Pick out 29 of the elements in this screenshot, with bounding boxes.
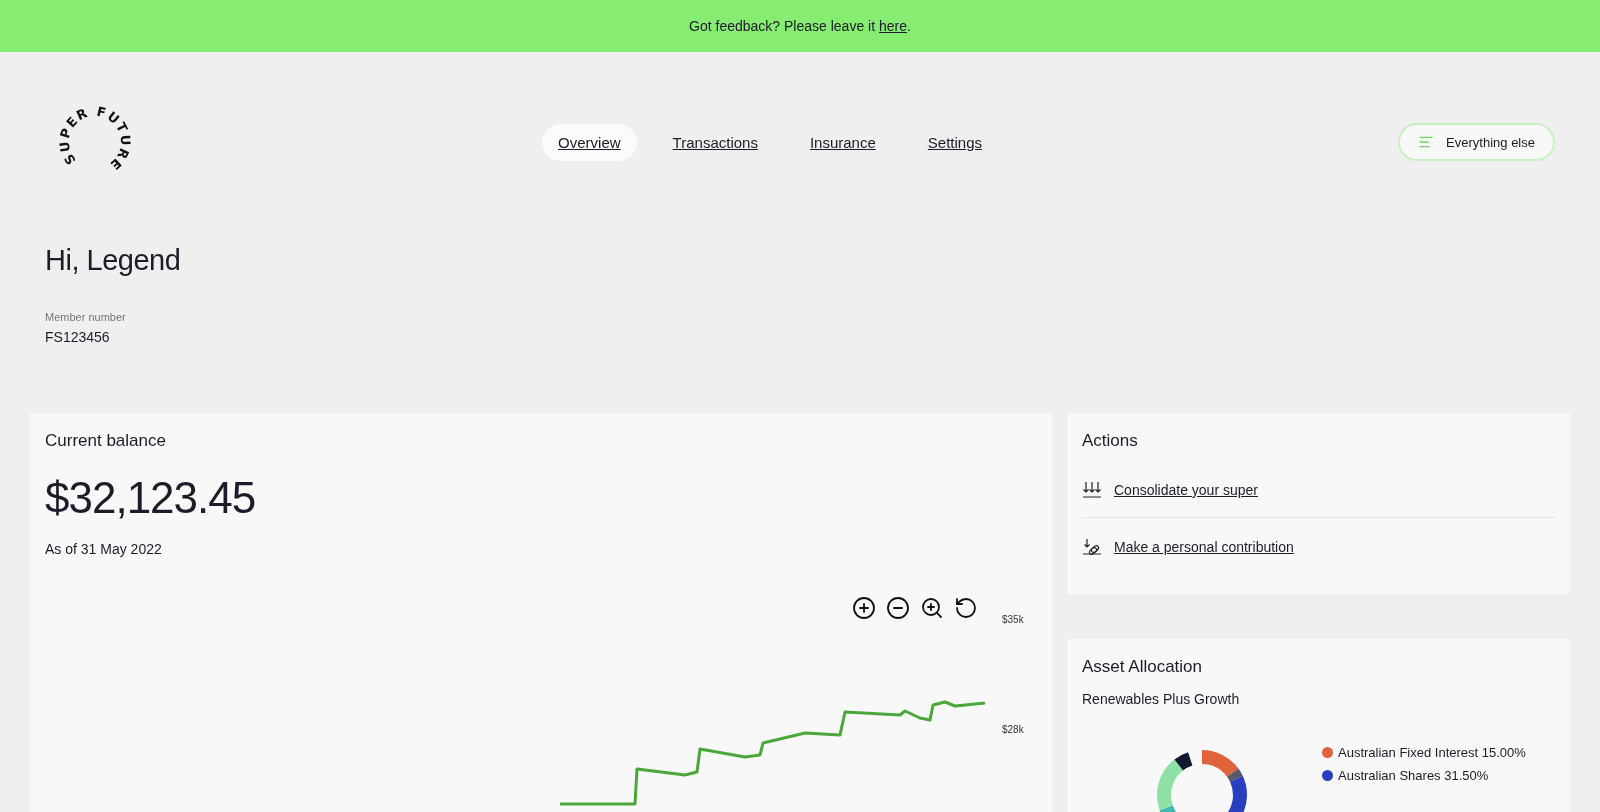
member-number: FS123456 [45, 329, 111, 345]
legend-label: Australian Fixed Interest 15.00% [1338, 745, 1526, 760]
card-title: Current balance [45, 431, 167, 451]
balance-amount: $32,123.45 [45, 473, 257, 523]
action-link[interactable]: Make a personal contribution [1114, 539, 1294, 555]
menu-icon [1418, 134, 1435, 150]
arrow-down-coin-icon [1082, 538, 1102, 556]
legend-label: Australian Shares 31.50% [1338, 768, 1489, 783]
card-title: Asset Allocation [1082, 657, 1203, 677]
zoom-out-button[interactable] [885, 595, 911, 621]
member-number-label: Member number [45, 311, 127, 323]
y-axis-tick-label: $28k [1002, 724, 1024, 735]
greeting-heading: Hi, Legend [45, 244, 182, 277]
y-axis-tick-label: $35k [1002, 614, 1024, 625]
feedback-text: Got feedback? Please leave it here. [689, 18, 911, 34]
zoom-in-button[interactable] [851, 595, 877, 621]
card-title: Actions [1082, 431, 1139, 451]
nav-tab[interactable]: Insurance [793, 123, 892, 161]
nav-tab[interactable]: Transactions [656, 123, 774, 161]
feedback-link[interactable]: here [879, 18, 907, 34]
action-link[interactable]: Consolidate your super [1114, 482, 1258, 498]
arrows-down-icon [1082, 481, 1102, 499]
everything-else-button[interactable]: Everything else [1398, 123, 1555, 161]
reset-button[interactable] [953, 595, 979, 621]
search-zoom-button[interactable] [919, 595, 945, 621]
portfolio-name: Renewables Plus Growth [1082, 691, 1241, 707]
nav-tab[interactable]: Overview [542, 123, 637, 161]
nav-tab[interactable]: Settings [911, 123, 998, 161]
balance-date: As of 31 May 2022 [45, 541, 163, 557]
